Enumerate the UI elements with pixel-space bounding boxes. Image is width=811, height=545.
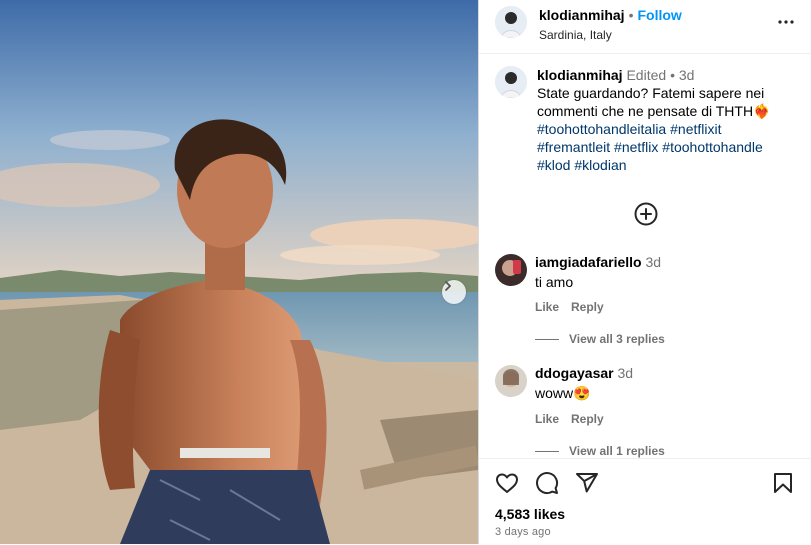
commenter-avatar[interactable] [495, 254, 527, 286]
comment-icon[interactable] [535, 471, 559, 500]
hashtag-link[interactable]: #fremantleit [537, 139, 610, 155]
post-location[interactable]: Sardinia, Italy [539, 28, 682, 42]
hashtag-link[interactable]: #netflixit [670, 121, 721, 137]
edited-label: Edited [626, 67, 667, 83]
caption: klodianmihaj Edited • 3d State guardando… [479, 54, 811, 174]
caption-time[interactable]: 3d [679, 67, 695, 83]
view-replies-label: View all 1 replies [569, 444, 665, 458]
caption-text: State guardando? Fatemi sapere nei comme… [537, 85, 771, 119]
follow-button[interactable]: Follow [637, 7, 681, 23]
separator-dot: • [628, 7, 634, 23]
instagram-post: klodianmihaj • Follow Sardinia, Italy klod… [0, 0, 811, 544]
post-footer: 4,583 likes 3 days ago [479, 458, 811, 545]
like-comment-button[interactable]: Like [535, 300, 559, 314]
hashtag-link[interactable]: #toohottohandleitalia [537, 121, 666, 137]
hashtag-link[interactable]: #klodian [574, 157, 626, 173]
add-circle-icon [634, 202, 658, 230]
hashtag-link[interactable]: #netflix [614, 139, 658, 155]
next-photo-button[interactable] [442, 280, 466, 304]
post-header: klodianmihaj • Follow Sardinia, Italy [479, 0, 811, 54]
post-details-panel: klodianmihaj • Follow Sardinia, Italy klod… [478, 0, 811, 544]
heart-icon[interactable] [495, 471, 519, 500]
likes-count[interactable]: 4,583 likes [495, 506, 565, 522]
commenter-username[interactable]: iamgiadafariello [535, 254, 642, 270]
hashtag-link[interactable]: #toohottohandle [662, 139, 762, 155]
share-icon[interactable] [575, 471, 599, 500]
bookmark-icon[interactable] [771, 471, 795, 500]
caption-author-avatar[interactable] [495, 66, 527, 98]
more-options-button[interactable] [777, 12, 795, 30]
comment-time[interactable]: 3d [645, 254, 661, 270]
comment-item: ddogayasar 3d woww😍 Like Reply View all 1… [495, 365, 665, 458]
caption-hashtags: #toohottohandleitalia #netflixit #freman… [537, 120, 785, 174]
author-avatar[interactable] [495, 6, 527, 38]
reply-button[interactable]: Reply [571, 300, 604, 314]
comment-time[interactable]: 3d [617, 365, 633, 381]
reply-button[interactable]: Reply [571, 412, 604, 426]
caption-username[interactable]: klodianmihaj [537, 67, 623, 83]
comment-text: ti amo [535, 274, 574, 290]
more-options-icon [777, 12, 795, 30]
post-photo[interactable] [0, 0, 478, 544]
replies-divider [535, 450, 559, 452]
view-replies-button[interactable]: View all 3 replies [535, 332, 665, 346]
view-replies-label: View all 3 replies [569, 332, 665, 346]
replies-divider [535, 338, 559, 340]
hashtag-link[interactable]: #klod [537, 157, 570, 173]
view-replies-button[interactable]: View all 1 replies [535, 444, 665, 458]
comments-section: klodianmihaj Edited • 3d State guardando… [479, 54, 811, 458]
post-date[interactable]: 3 days ago [495, 526, 551, 538]
comment-text: woww😍 [535, 385, 591, 401]
author-username[interactable]: klodianmihaj [539, 7, 625, 23]
load-more-comments-button[interactable] [634, 202, 658, 226]
commenter-username[interactable]: ddogayasar [535, 365, 614, 381]
action-bar [495, 471, 795, 497]
comment-item: iamgiadafariello 3d ti amo Like Reply Vie… [495, 254, 665, 346]
separator-dot: • [670, 67, 675, 83]
photo-illustration [0, 0, 478, 544]
commenter-avatar[interactable] [495, 365, 527, 397]
like-comment-button[interactable]: Like [535, 412, 559, 426]
